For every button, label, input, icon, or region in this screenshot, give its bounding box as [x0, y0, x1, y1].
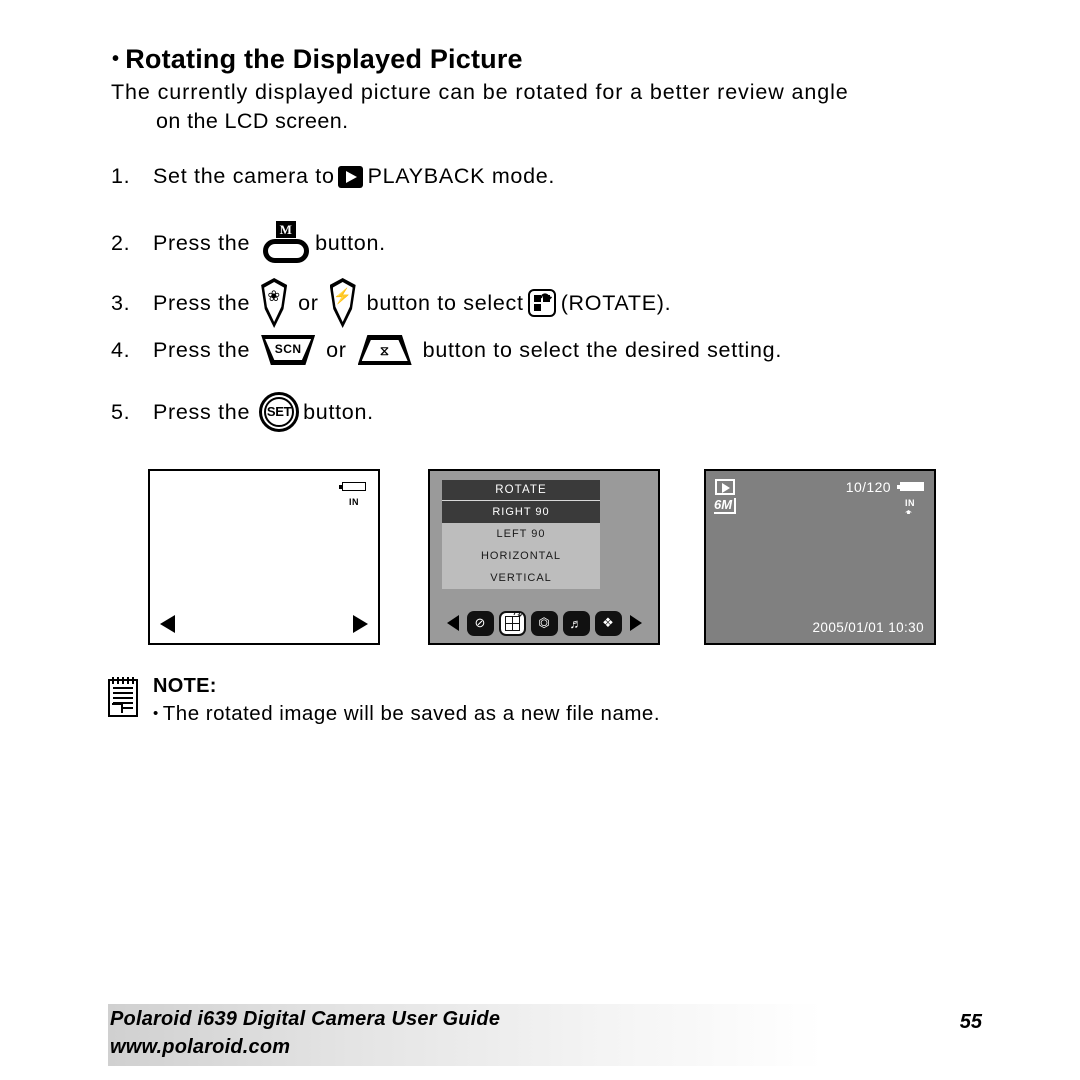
step-1: 1. Set the camera to PLAYBACK mode.: [111, 164, 555, 189]
copy-icon[interactable]: ❖: [594, 610, 622, 636]
step-3-text-after: (ROTATE).: [560, 290, 672, 315]
scn-button-label: SCN: [274, 342, 302, 356]
menu-m-button-icon: M: [260, 221, 312, 265]
intro-paragraph: The currently displayed picture can be r…: [111, 78, 991, 136]
intro-line-2: on the LCD screen.: [156, 109, 349, 133]
rotate-arrow-icon: ↷: [540, 290, 553, 306]
step-3-text-before: Press the: [153, 290, 251, 315]
flash-symbol: ⚡: [332, 288, 353, 305]
step-4-text-after: button to select the desired setting.: [422, 337, 783, 362]
macro-down-button-icon: ❀: [259, 278, 289, 328]
step-4-conjunction: or: [326, 337, 347, 362]
step-1-text-after: PLAYBACK mode.: [367, 164, 556, 188]
battery-icon: [897, 482, 924, 491]
rotate-icon: ↷: [527, 289, 556, 317]
left-arrow-icon: [160, 615, 175, 633]
scn-button-icon: SCN: [261, 335, 316, 365]
step-4-text-before: Press the: [153, 337, 251, 362]
blank-preview-screen: IN: [148, 469, 380, 645]
macro-symbol: ❀: [267, 288, 281, 305]
step-2-text-after: button.: [315, 230, 386, 255]
battery-icon: [339, 482, 366, 491]
right-arrow-icon: [353, 615, 368, 633]
menu-toolbar: ⊘ ↷ ⏣ ♬ ❖: [430, 607, 658, 639]
rotate-icon[interactable]: ↷: [498, 609, 526, 636]
timestamp: 2005/01/01 10:30: [812, 620, 924, 635]
note-body: The rotated image will be saved as a new…: [162, 702, 661, 725]
menu-m-button-label: M: [276, 221, 297, 238]
menu-item-horizontal[interactable]: HORIZONTAL: [442, 545, 600, 567]
voice-memo-icon[interactable]: ♬: [562, 610, 590, 636]
left-arrow-icon[interactable]: [446, 615, 459, 631]
notepad-icon: [108, 677, 138, 717]
note-bullet: •: [153, 705, 159, 722]
step-2: 2. Press the M button.: [111, 221, 386, 265]
self-timer-symbol: ⧖: [379, 343, 390, 358]
intro-line-1: The currently displayed picture can be r…: [111, 80, 849, 104]
step-2-text-before: Press the: [153, 230, 251, 255]
menu-item-right-90[interactable]: RIGHT 90: [442, 501, 600, 523]
step-5-number: 5.: [111, 399, 131, 424]
heading-text: Rotating the Displayed Picture: [125, 44, 523, 74]
page-number: 55: [959, 1011, 982, 1033]
delete-icon[interactable]: ⊘: [466, 610, 494, 636]
step-3-number: 3.: [111, 290, 131, 315]
flash-up-button-icon: ⚡: [328, 278, 358, 328]
self-timer-button-icon: ⧖: [357, 335, 412, 365]
step-5-text-after: button.: [303, 399, 374, 424]
menu-item-vertical[interactable]: VERTICAL: [442, 567, 600, 589]
frame-counter: 10/120: [845, 479, 891, 495]
menu-item-left-90[interactable]: LEFT 90: [442, 523, 600, 545]
storage-label: IN: [905, 498, 915, 508]
step-4: 4. Press the SCN or ⧖ button to select t…: [111, 335, 782, 365]
set-button-label: SET: [266, 404, 292, 419]
manual-page: • Rotating the Displayed Picture The curr…: [0, 0, 1080, 1080]
step-3-text-mid: button to select: [366, 290, 524, 315]
storage-label: IN: [349, 497, 359, 507]
rotate-menu-screen: ROTATE RIGHT 90 LEFT 90 HORIZONTAL VERTI…: [428, 469, 660, 645]
menu-button-shape: [263, 239, 310, 263]
rotate-menu-panel: ROTATE RIGHT 90 LEFT 90 HORIZONTAL VERTI…: [442, 480, 600, 589]
step-2-number: 2.: [111, 230, 131, 255]
step-1-number: 1.: [111, 164, 131, 188]
resize-icon[interactable]: ⏣: [530, 610, 558, 636]
note-title: NOTE:: [153, 675, 217, 697]
menu-title: ROTATE: [442, 480, 600, 501]
step-5-text-before: Press the: [153, 399, 251, 424]
step-3-conjunction: or: [298, 290, 319, 315]
resolution-badge: 6M: [714, 498, 737, 514]
footer-url: www.polaroid.com: [110, 1036, 291, 1058]
set-button-icon: SET: [259, 392, 300, 432]
page-title: • Rotating the Displayed Picture: [112, 44, 523, 75]
right-arrow-icon[interactable]: [629, 615, 642, 631]
rotate-arrow-icon: ↷: [513, 609, 523, 622]
playback-icon: [715, 479, 735, 495]
note-text: • The rotated image will be saved as a ne…: [153, 702, 660, 726]
step-1-text-before: Set the camera to: [153, 164, 335, 188]
step-4-number: 4.: [111, 337, 131, 362]
storage-marker-icon: [905, 510, 912, 514]
step-5: 5. Press the SET button.: [111, 392, 374, 432]
playback-icon: [337, 165, 363, 188]
step-3: 3. Press the ❀ or ⚡ button to select ↷ (…: [111, 278, 671, 328]
heading-bullet: •: [112, 48, 120, 70]
footer-title: Polaroid i639 Digital Camera User Guide: [110, 1008, 501, 1030]
playback-result-screen: 6M 10/120 IN 2005/01/01 10:30: [704, 469, 936, 645]
